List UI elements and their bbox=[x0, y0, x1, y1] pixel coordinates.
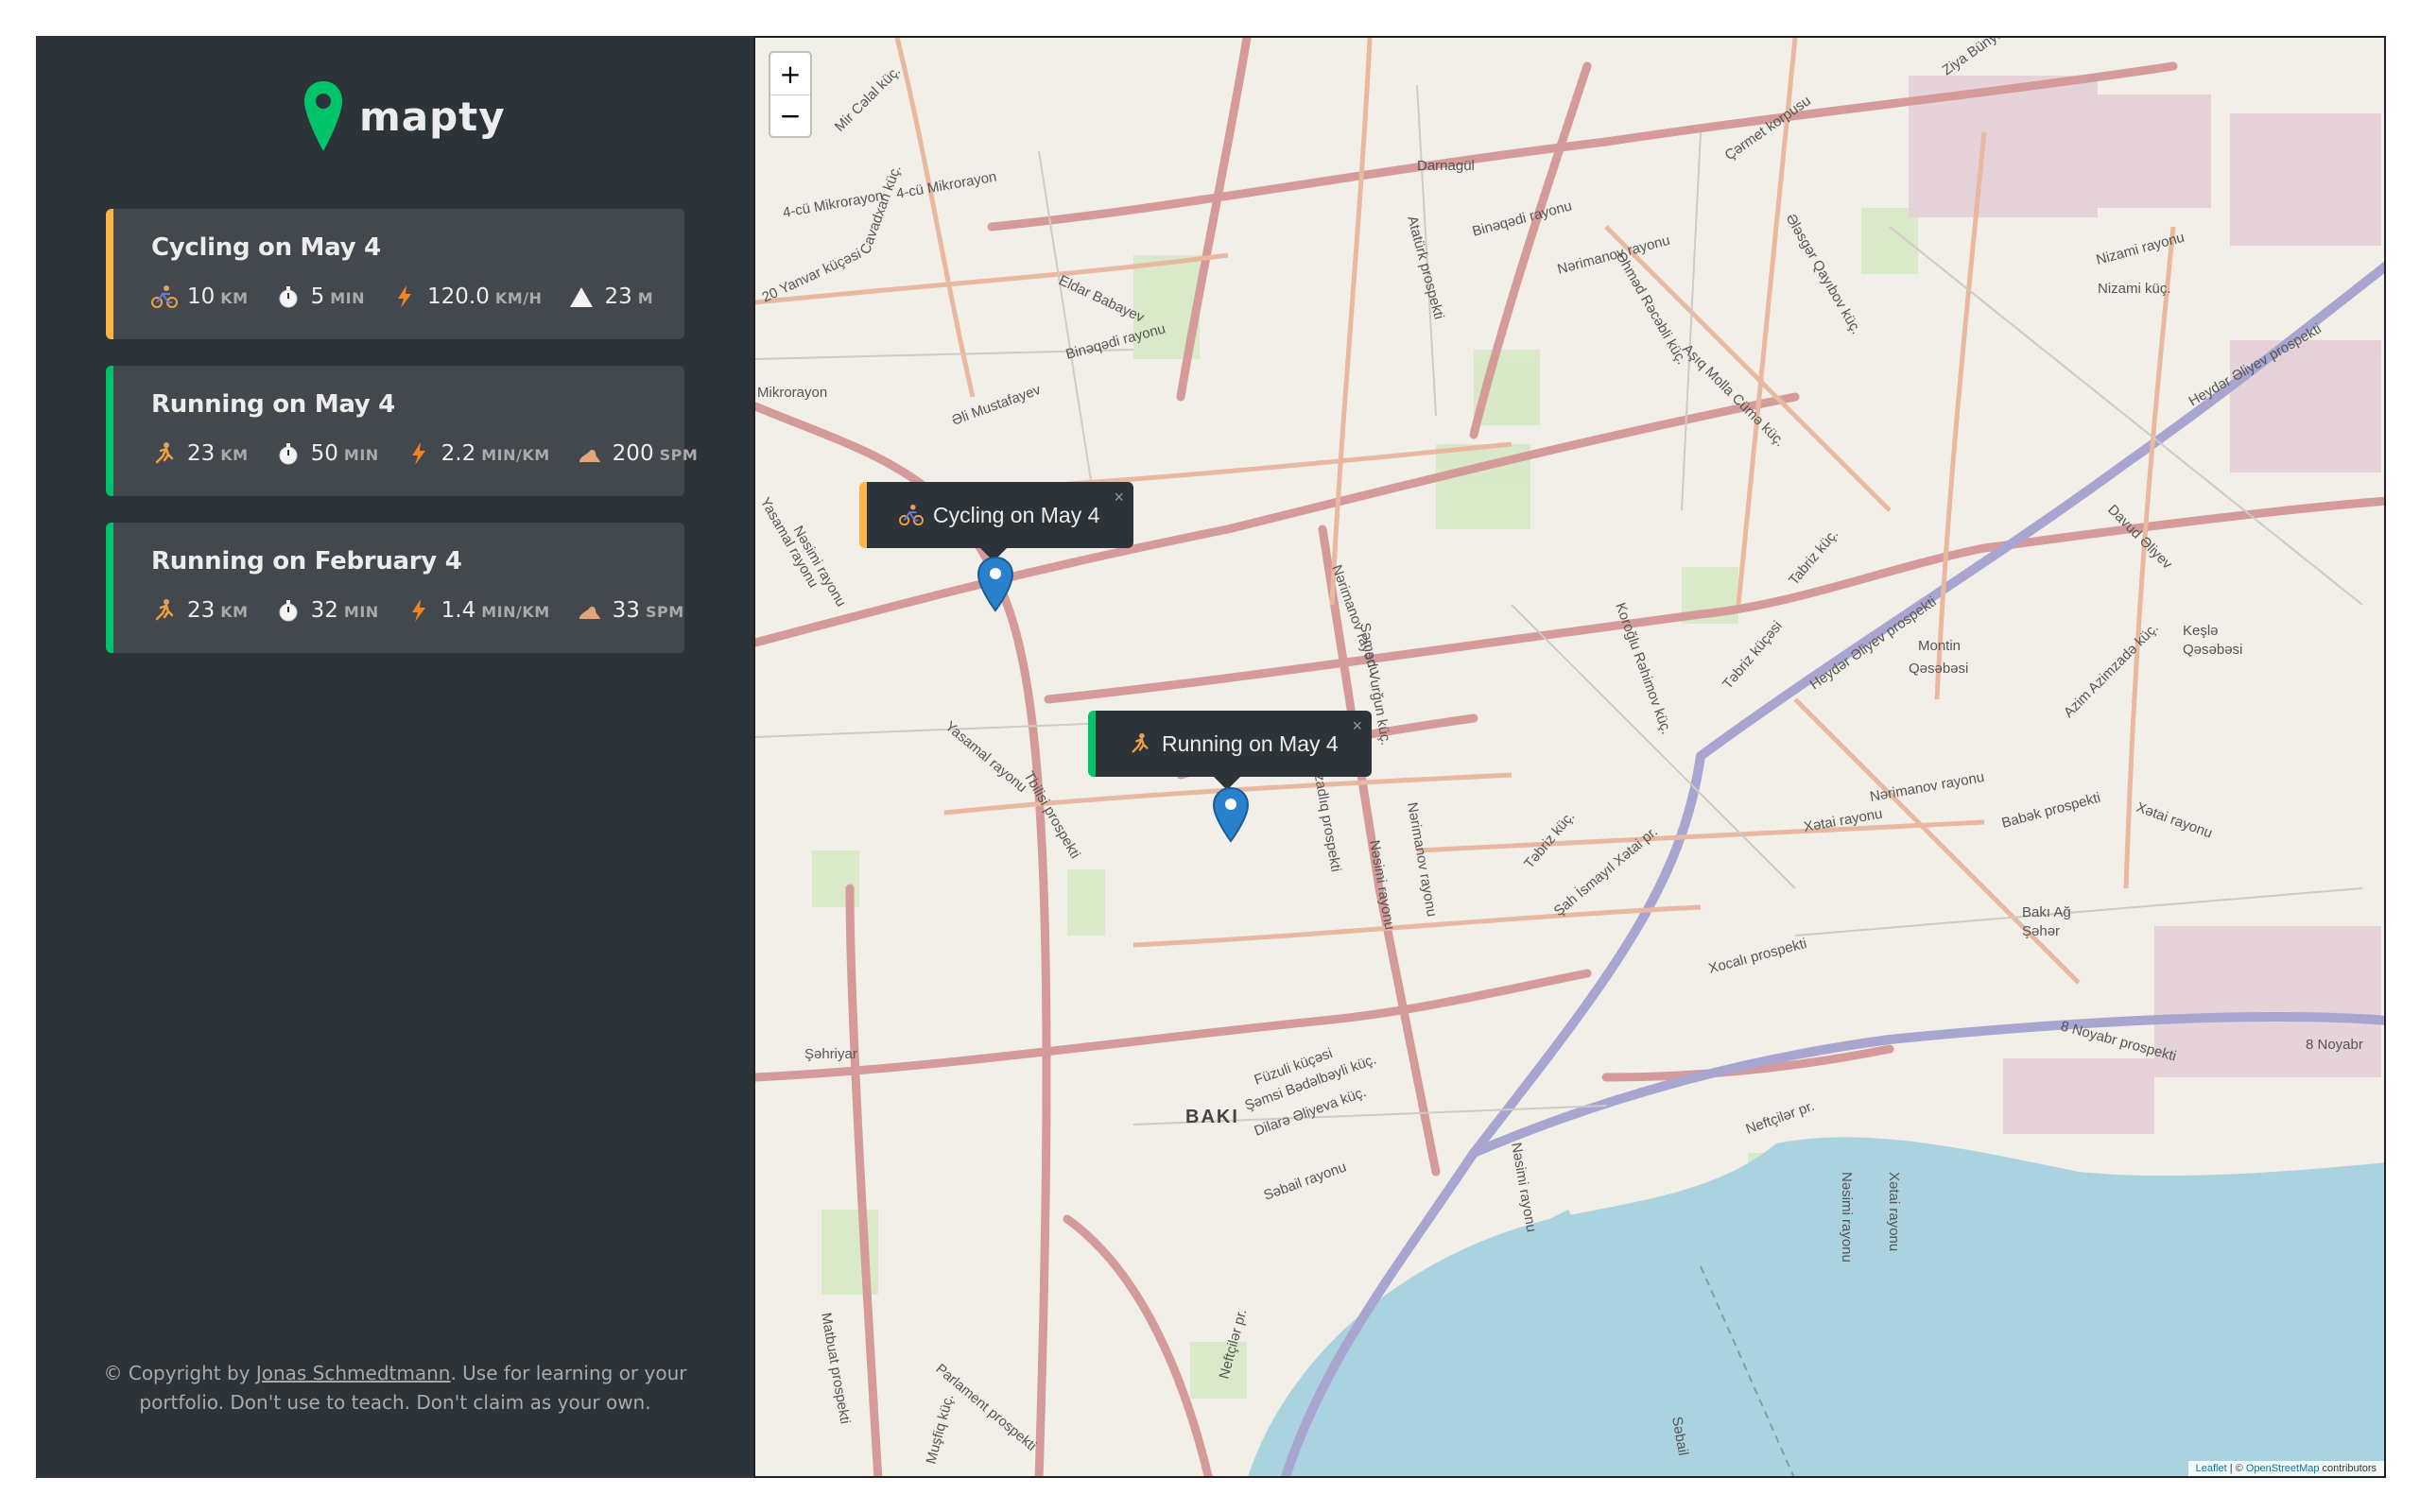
workout-unit: km bbox=[220, 289, 249, 307]
footprint-icon bbox=[577, 598, 605, 623]
lightning-icon bbox=[391, 284, 420, 309]
workout-detail: 23 km bbox=[151, 441, 249, 466]
footprint-icon bbox=[577, 441, 605, 466]
workout-unit: min bbox=[343, 446, 379, 464]
attribution-suffix: contributors bbox=[2319, 1463, 2377, 1474]
workout-value: 23 bbox=[187, 598, 216, 623]
workout-unit: spm bbox=[645, 603, 684, 621]
map-attribution: Leaflet | © OpenStreetMap contributors bbox=[2187, 1461, 2384, 1476]
runner-icon bbox=[151, 441, 180, 466]
workout-value: 120.0 bbox=[427, 284, 490, 309]
workout-title: Running on February 4 bbox=[151, 547, 462, 576]
mountain-icon bbox=[568, 284, 596, 309]
workout-value: 2.2 bbox=[441, 441, 476, 466]
workout-detail: 50 min bbox=[275, 441, 379, 466]
workout-value: 32 bbox=[310, 598, 338, 623]
workout-value: 23 bbox=[604, 284, 632, 309]
workout-unit: km/h bbox=[494, 289, 543, 307]
popup-cycling-label: Cycling on May 4 bbox=[933, 502, 1100, 527]
copyright-notice: © Copyright by Jonas Schmedtmann. Use fo… bbox=[93, 1359, 698, 1418]
workout-detail: 5 min bbox=[275, 284, 365, 309]
app-name: mapty bbox=[359, 93, 506, 140]
map-label: 8 Noyabr bbox=[2306, 1037, 2363, 1053]
popup-running-label: Running on May 4 bbox=[1162, 730, 1339, 756]
workout-unit: km bbox=[220, 446, 249, 464]
osm-link[interactable]: OpenStreetMap bbox=[2246, 1463, 2320, 1474]
workout-value: 1.4 bbox=[441, 598, 476, 623]
workout-value: 10 bbox=[187, 284, 216, 309]
workouts-list: Cycling on May 4 10 km 5 min 120.0 km/h 23 m Runn… bbox=[106, 209, 698, 679]
lightning-icon bbox=[406, 441, 434, 466]
lightning-icon bbox=[406, 598, 434, 623]
workout-details: 23 km 50 min 2.2 min/km 200 spm bbox=[151, 441, 698, 466]
workout-detail: 2.2 min/km bbox=[406, 441, 550, 466]
popup-close-button[interactable]: × bbox=[1114, 488, 1124, 507]
map-marker-icon[interactable] bbox=[1212, 786, 1250, 843]
zoom-control: + − bbox=[769, 51, 812, 138]
runner-icon bbox=[151, 598, 180, 623]
workout-title: Running on May 4 bbox=[151, 390, 395, 419]
workout-detail: 120.0 km/h bbox=[391, 284, 542, 309]
map-label: Şəhriyar bbox=[804, 1046, 857, 1062]
map-label: Qəsəbəsi bbox=[1909, 661, 1968, 677]
cyclist-icon bbox=[899, 504, 924, 526]
workout-detail: 1.4 min/km bbox=[406, 598, 550, 623]
popup-running[interactable]: Running on May 4 × bbox=[1088, 711, 1372, 790]
map-label: BAKI bbox=[1185, 1107, 1239, 1127]
map-tiles: Darnagül4-cü Mikrorayon4-cü MikrorayonMi… bbox=[755, 38, 2384, 1476]
workout-card-running[interactable]: Running on February 4 23 km 32 min 1.4 min/km 3… bbox=[106, 523, 684, 653]
workout-detail: 23 km bbox=[151, 598, 249, 623]
map-label: Montin bbox=[1918, 638, 1961, 654]
workout-details: 23 km 32 min 1.4 min/km 33 spm bbox=[151, 598, 684, 623]
zoom-in-button[interactable]: + bbox=[770, 53, 810, 94]
stopwatch-icon bbox=[275, 598, 303, 623]
workout-details: 10 km 5 min 120.0 km/h 23 m bbox=[151, 284, 684, 309]
attribution-separator: | © bbox=[2226, 1463, 2246, 1474]
workout-card-cycling[interactable]: Cycling on May 4 10 km 5 min 120.0 km/h 23 m bbox=[106, 209, 684, 339]
zoom-out-button[interactable]: − bbox=[770, 94, 810, 136]
workout-detail: 200 spm bbox=[577, 441, 699, 466]
map-label: Qəsəbəsi bbox=[2183, 642, 2242, 658]
map-label: Mikrorayon bbox=[757, 385, 827, 401]
workout-unit: min/km bbox=[481, 446, 550, 464]
map-pin-logo-icon bbox=[304, 81, 342, 151]
workout-value: 200 bbox=[612, 441, 654, 466]
popup-cycling[interactable]: Cycling on May 4 × bbox=[859, 482, 1133, 561]
workout-value: 50 bbox=[310, 441, 338, 466]
map[interactable]: Darnagül 4-cü Mikrorayon 4-cü Mikrorayon Mi… bbox=[753, 36, 2386, 1478]
map-label: Nəsimi rayonu bbox=[1839, 1172, 1855, 1263]
runner-icon bbox=[1132, 732, 1149, 753]
workout-unit: min bbox=[330, 289, 366, 307]
map-label: Şəhər bbox=[2022, 923, 2060, 939]
workout-unit: km bbox=[220, 603, 249, 621]
workout-card-running[interactable]: Running on May 4 23 km 50 min 2.2 min/km 200 spm bbox=[106, 366, 698, 496]
leaflet-link[interactable]: Leaflet bbox=[2196, 1463, 2227, 1474]
workout-unit: min/km bbox=[481, 603, 550, 621]
workout-unit: spm bbox=[659, 446, 699, 464]
map-label: Darnagül bbox=[1417, 158, 1475, 174]
cyclist-icon bbox=[151, 284, 180, 309]
workout-detail: 23 m bbox=[568, 284, 653, 309]
map-label: Keşlə bbox=[2183, 623, 2219, 639]
workout-value: 23 bbox=[187, 441, 216, 466]
workout-unit: m bbox=[637, 289, 654, 307]
logo: mapty bbox=[302, 79, 506, 153]
map-label: Nizami küç. bbox=[2098, 281, 2171, 297]
workout-detail: 10 km bbox=[151, 284, 249, 309]
sidebar: mapty Cycling on May 4 10 km 5 min 120.0 km/h 2… bbox=[36, 36, 754, 1478]
workout-detail: 33 spm bbox=[577, 598, 684, 623]
workout-unit: min bbox=[343, 603, 379, 621]
stopwatch-icon bbox=[275, 441, 303, 466]
copyright-prefix: © Copyright by bbox=[103, 1362, 256, 1384]
popup-close-button[interactable]: × bbox=[1352, 716, 1362, 736]
workout-detail: 32 min bbox=[275, 598, 379, 623]
stopwatch-icon bbox=[275, 284, 303, 309]
map-marker-icon[interactable] bbox=[977, 556, 1014, 612]
map-label: Bakı Ağ bbox=[2022, 904, 2071, 920]
workout-title: Cycling on May 4 bbox=[151, 233, 381, 262]
map-label: Xətai rayonu bbox=[1886, 1172, 1902, 1251]
workout-value: 5 bbox=[310, 284, 325, 309]
author-link[interactable]: Jonas Schmedtmann bbox=[256, 1362, 451, 1384]
workout-value: 33 bbox=[612, 598, 640, 623]
